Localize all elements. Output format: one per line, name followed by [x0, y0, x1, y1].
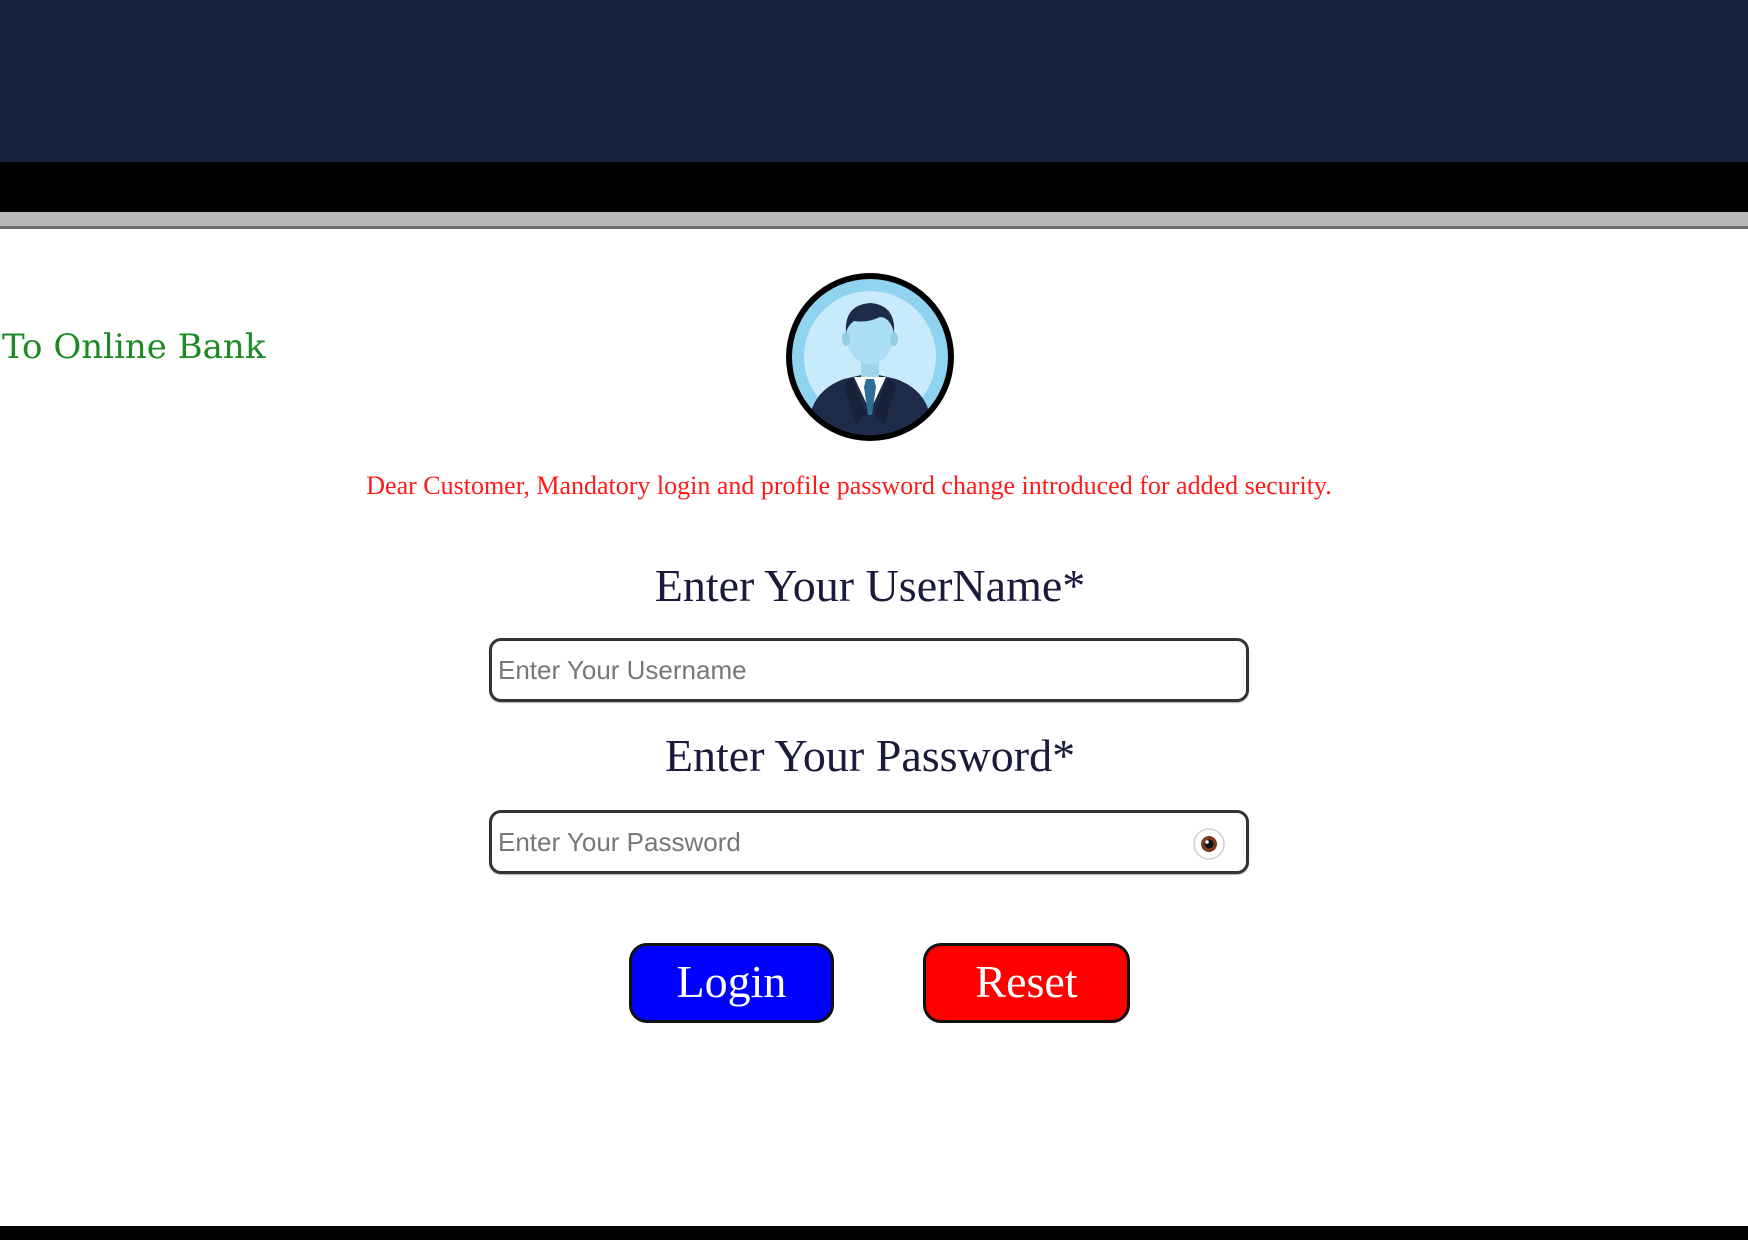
header-divider: [0, 212, 1748, 229]
password-label: Enter Your Password*: [664, 730, 1076, 781]
username-label: Enter Your UserName*: [654, 560, 1086, 611]
username-input[interactable]: [498, 647, 1138, 693]
header-banner: [0, 0, 1748, 162]
user-avatar-icon: [780, 265, 960, 449]
password-input[interactable]: [498, 819, 1138, 865]
eye-icon[interactable]: [1192, 827, 1226, 861]
navigation-bar: [0, 162, 1748, 212]
login-button[interactable]: Login: [629, 943, 834, 1023]
footer-bar: [0, 1226, 1748, 1240]
username-field-box: [489, 638, 1249, 702]
security-notice: Dear Customer, Mandatory login and profi…: [366, 471, 1332, 500]
welcome-marquee: To Online Bank: [2, 327, 266, 367]
password-field-box: [489, 810, 1249, 874]
reset-button[interactable]: Reset: [923, 943, 1130, 1023]
